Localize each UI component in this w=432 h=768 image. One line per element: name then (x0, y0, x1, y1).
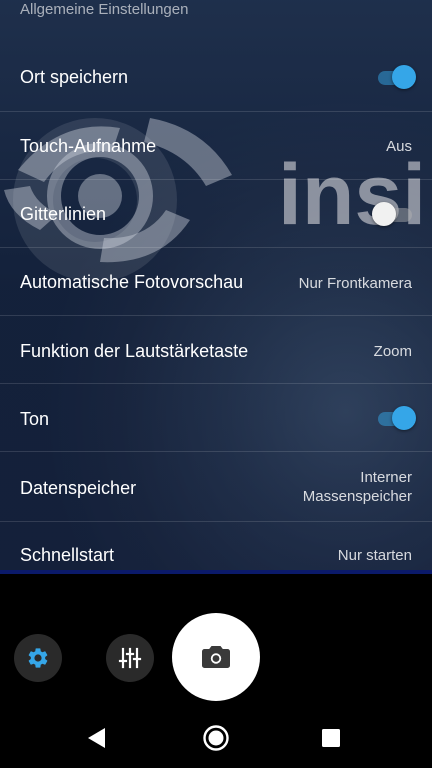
setting-quick-launch[interactable]: Schnellstart Nur starten (0, 522, 432, 572)
setting-label: Ort speichern (20, 67, 129, 87)
camera-screen: insi Allgemeine Einstellungen Ort speich… (0, 0, 432, 768)
setting-touch-capture[interactable]: Touch-Aufnahme Aus (0, 112, 432, 180)
setting-volume-key-function[interactable]: Funktion der Lautstärketaste Zoom (0, 316, 432, 384)
panel-bottom-edge (0, 570, 432, 574)
setting-value: Nur starten (337, 547, 412, 564)
setting-value: Interner Massenspeicher (303, 468, 412, 506)
recents-square-icon (322, 729, 340, 747)
nav-back-button[interactable] (72, 718, 120, 758)
camera-settings-button[interactable] (14, 634, 62, 682)
setting-label: Gitterlinien (20, 204, 107, 224)
setting-value: Aus (386, 138, 412, 155)
setting-value: Zoom (373, 343, 412, 360)
setting-label: Ton (20, 409, 50, 429)
manual-mode-button[interactable] (106, 634, 154, 682)
setting-save-location[interactable]: Ort speichern (0, 42, 432, 112)
section-header: Allgemeine Einstellungen (20, 1, 189, 18)
home-circle-icon (203, 725, 229, 751)
setting-sound[interactable]: Ton (0, 384, 432, 452)
sound-toggle[interactable] (376, 405, 416, 431)
setting-value-line: Massenspeicher (302, 488, 412, 505)
nav-home-button[interactable] (192, 718, 240, 758)
setting-data-storage[interactable]: Datenspeicher Interner Massenspeicher (0, 452, 432, 522)
gear-icon (28, 648, 48, 668)
shutter-button[interactable] (172, 613, 260, 701)
setting-grid-lines[interactable]: Gitterlinien (0, 180, 432, 248)
setting-value-line: Interner (360, 469, 412, 486)
back-triangle-icon (88, 728, 105, 748)
sliders-icon (118, 647, 142, 669)
setting-label: Schnellstart (20, 545, 115, 565)
setting-label: Automatische Fotovorschau (20, 272, 244, 292)
setting-value: Nur Frontkamera (298, 275, 412, 292)
nav-recents-button[interactable] (307, 718, 355, 758)
setting-label: Funktion der Lautstärketaste (20, 341, 249, 361)
save-location-toggle[interactable] (376, 64, 416, 90)
camera-icon (202, 646, 230, 668)
settings-panel: insi Allgemeine Einstellungen Ort speich… (0, 0, 432, 572)
setting-auto-photo-preview[interactable]: Automatische Fotovorschau Nur Frontkamer… (0, 248, 432, 316)
setting-label: Touch-Aufnahme (20, 136, 157, 156)
setting-label: Datenspeicher (20, 478, 137, 498)
grid-lines-toggle[interactable] (372, 201, 414, 227)
